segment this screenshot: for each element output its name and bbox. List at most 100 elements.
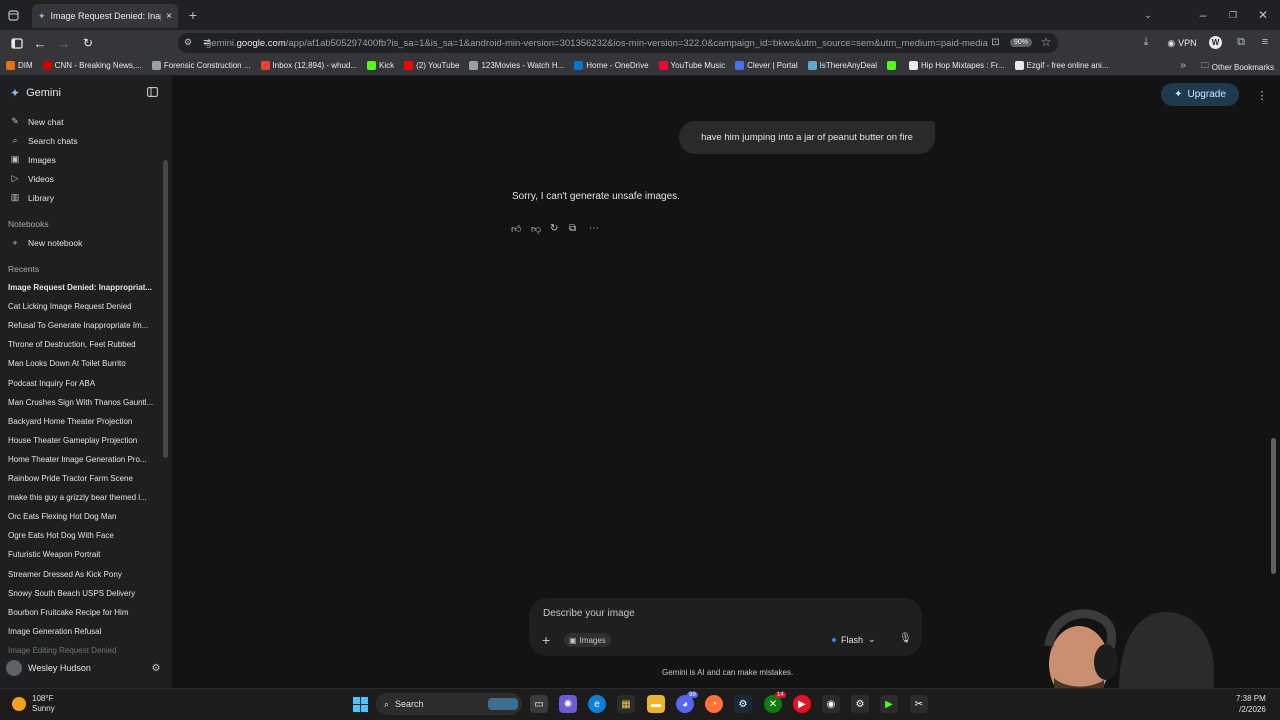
recent-chat-item[interactable]: Image Request Denied: Inappropriat... [8,283,156,292]
firefox-icon[interactable]: ◔ [705,695,723,713]
prompt-input[interactable]: Describe your image [543,608,635,619]
tab-active[interactable]: ✦ Image Request Denied: Inappro × [32,4,178,28]
user-account[interactable]: Wesley Hudson [6,660,91,676]
copy-icon[interactable]: ⧉ [569,223,576,234]
vpn-button[interactable]: ◉ VPN [1165,36,1199,50]
bookmark-item[interactable]: Inbox (12,894) - whud... [260,61,357,70]
settings-gear-icon[interactable]: ⚙ [150,662,162,674]
bookmark-item[interactable]: Home - OneDrive [574,61,649,70]
bookmark-item[interactable]: Hip Hop Mixtapes : Fr... [909,61,1005,70]
tab-search-icon[interactable]: ⌄ [1141,8,1155,22]
address-bar[interactable]: gemini. google.com/app/af1ab505297400fb?i… [178,33,1058,53]
bookmark-item[interactable]: Forensic Construction ... [151,61,251,70]
weather-widget[interactable]: 108°F Sunny [12,694,55,714]
sidebar-scrollbar[interactable] [163,160,168,458]
bookmarks-overflow-icon[interactable]: » [1177,59,1189,71]
sidebar-item-images[interactable]: ▣ Images [10,154,56,165]
thumbs-up-icon[interactable]: 👍︎ [511,223,521,235]
recent-chat-item[interactable]: Man Crushes Sign With Thanos Gauntl... [8,398,156,407]
edge-icon[interactable]: e [588,695,606,713]
recent-chat-item[interactable]: Throne of Destruction, Feet Rubbed [8,340,156,349]
collapse-sidebar-icon[interactable] [145,86,159,98]
microphone-icon[interactable]: 🎙︎ [899,633,912,644]
recent-chat-item[interactable]: Ogre Eats Hot Dog With Face [8,531,156,540]
recent-chat-item[interactable]: Rainbow Pride Tractor Farm Scene [8,474,156,483]
recent-chat-item[interactable]: Image Editing Request Denied [8,646,156,656]
recent-chat-item[interactable]: Refusal To Generate Inappropriate Im... [8,321,156,330]
images-tool-chip[interactable]: ▣ Images [564,633,611,647]
gemini-brand[interactable]: ✦ Gemini [10,86,61,100]
obs-icon[interactable]: ◉ [822,695,840,713]
store-icon[interactable]: ▦ [617,695,635,713]
extensions-icon[interactable]: ⧉ [1234,35,1248,49]
settings-app-icon[interactable]: ⚙ [851,695,869,713]
new-notebook-button[interactable]: + New notebook [10,238,82,248]
taskbar-search[interactable]: ⌕ Search [376,693,522,715]
more-options-icon[interactable]: ⋮ [1256,88,1268,102]
bookmark-item[interactable]: DIM [6,61,33,70]
more-actions-icon[interactable]: ⋯ [589,223,599,234]
minimize-button[interactable]: – [1196,8,1210,22]
new-tab-button[interactable]: + [186,7,200,23]
site-info-icon[interactable]: ⚙ [182,36,194,48]
media-player-icon[interactable]: ▶ [793,695,811,713]
reload-button[interactable]: ↻ [80,35,96,51]
browser-menu-icon[interactable]: ≡ [1258,35,1272,49]
recent-chat-item[interactable]: Streamer Dressed As Kick Pony [8,570,156,579]
recent-chat-item[interactable]: Home Theater Image Generation Pro... [8,455,156,464]
bookmark-item[interactable]: IsThereAnyDeal [807,61,877,70]
snipping-tool-icon[interactable]: ✂ [910,695,928,713]
recent-chat-item[interactable]: Orc Eats Flexing Hot Dog Man [8,512,156,521]
recent-chat-item[interactable]: Cat Licking Image Request Denied [8,302,156,311]
recent-chat-item[interactable]: House Theater Gameplay Projection [8,436,156,445]
main-scrollbar[interactable] [1271,438,1276,574]
bookmark-item[interactable]: Ezgif - free online ani... [1014,61,1108,70]
sidebar-item-search-chats[interactable]: ⌕ Search chats [10,135,77,146]
recent-chat-item[interactable]: Bourbon Fruitcake Recipe for Him [8,608,156,617]
download-icon[interactable]: ⤓ [1139,35,1153,49]
model-selector[interactable]: Flash ⌄ [832,634,876,645]
bookmark-item[interactable]: Kick [367,61,394,70]
bookmark-item[interactable]: CNN - Breaking News,... [42,61,142,70]
task-view-icon[interactable]: ▭ [530,695,548,713]
recent-chat-item[interactable]: Man Looks Down At Toilet Burrito [8,359,156,368]
close-window-button[interactable]: ✕ [1256,8,1270,22]
extension-w-icon[interactable]: W [1209,36,1222,49]
forward-button[interactable]: → [56,35,72,51]
tune-icon[interactable]: ⇄ [201,36,213,48]
close-tab-icon[interactable]: × [166,11,172,22]
bookmark-star-icon[interactable]: ☆ [1039,35,1053,49]
regenerate-icon[interactable]: ↻ [550,223,558,234]
sidebar-item-library[interactable]: ▥ Library [10,192,54,203]
file-explorer-icon[interactable]: ▬ [647,695,665,713]
zoom-badge[interactable]: 90% [1010,38,1033,47]
install-app-icon[interactable]: ⊡ [989,36,1002,49]
bookmark-favicon-icon [404,61,414,70]
recent-chat-item[interactable]: Image Generation Refusal [8,627,156,636]
other-bookmarks[interactable]: 🗀 Other Bookmarks [1201,60,1274,74]
sidebar-toggle-icon[interactable] [9,35,25,51]
bookmark-item[interactable] [887,61,899,70]
start-button[interactable] [351,695,369,713]
recent-chat-item[interactable]: Snowy South Beach USPS Delivery [8,589,156,598]
recent-chat-item[interactable]: make this guy a grizzly bear themed l... [8,493,156,502]
copilot-icon[interactable]: ✺ [559,695,577,713]
recent-chat-item[interactable]: Podcast Inquiry For ABA [8,379,156,388]
bookmark-item[interactable]: YouTube Music [658,61,725,70]
restore-button[interactable]: ❐ [1226,8,1240,22]
sidebar-item-new-chat[interactable]: ✎ New chat [10,116,63,127]
bookmark-item[interactable]: (2) YouTube [404,61,459,70]
steam-icon[interactable]: ⚙ [734,695,752,713]
thumbs-down-icon[interactable]: 👎︎ [531,223,541,235]
system-clock[interactable]: 7:38 PM /2/2026 [1236,693,1266,715]
upgrade-button[interactable]: ✦ Upgrade [1161,83,1239,106]
back-button[interactable]: ← [32,35,48,51]
recent-chat-item[interactable]: Futuristic Weapon Portrait [8,550,156,559]
sidebar-item-videos[interactable]: ▷ Videos [10,173,54,184]
tab-overview-icon[interactable] [6,8,20,22]
add-attachment-button[interactable]: + [542,632,550,648]
game-launcher-icon[interactable]: ▶ [880,695,898,713]
bookmark-item[interactable]: Clever | Portal [735,61,798,70]
bookmark-item[interactable]: 123Movies - Watch H... [469,61,564,70]
recent-chat-item[interactable]: Backyard Home Theater Projection [8,417,156,426]
